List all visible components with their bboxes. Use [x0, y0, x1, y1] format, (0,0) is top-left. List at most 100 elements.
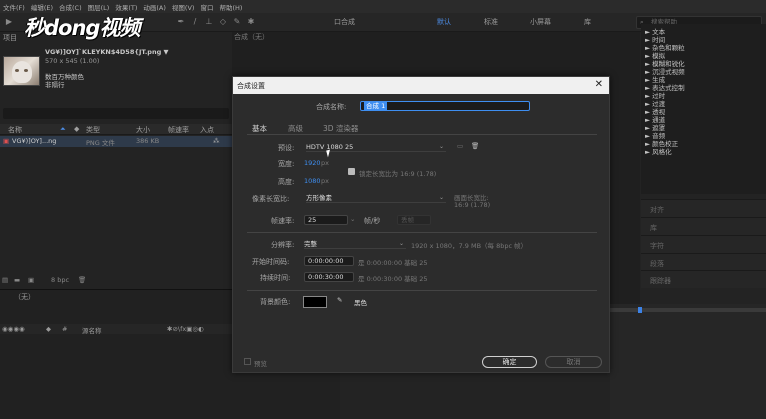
tab-timeline[interactable]: （无） [14, 292, 35, 302]
menu-effect[interactable]: 效果(T) [112, 2, 140, 12]
col-name[interactable]: 名称 [8, 125, 22, 135]
workspace-tab-default[interactable]: 默认 [437, 17, 451, 27]
watermark-logo: 秒dong视频 [24, 16, 140, 40]
row-type: PNG 文件 [86, 139, 115, 147]
brush-tool-icon[interactable]: / [190, 17, 200, 27]
tab-paragraph-label: 段落 [650, 260, 664, 268]
project-column-header: 名称 ⏶ ◆ 类型 大小 帧速率 入点 [0, 124, 232, 135]
resolution-dropdown[interactable]: 完整 ⌄ [304, 239, 406, 249]
col-type[interactable]: 类型 [86, 125, 100, 135]
menu-view[interactable]: 视图(V) [169, 2, 198, 12]
workspace-tab-library[interactable]: 库 [584, 17, 591, 27]
ok-button[interactable]: 确定 [482, 356, 537, 368]
col-size[interactable]: 大小 [136, 125, 150, 135]
close-icon[interactable]: ✕ [595, 79, 603, 91]
pen-tool-icon[interactable]: ✒ [176, 17, 186, 27]
tab-basic[interactable]: 基本 [252, 123, 267, 134]
preset-label: 预设: [278, 144, 295, 152]
pixel-aspect-label: 像素长宽比: [252, 195, 290, 203]
tab-align[interactable]: 对齐 [641, 199, 766, 217]
tab-3d-renderer[interactable]: 3D 渲染器 [323, 123, 358, 134]
interpret-footage-icon[interactable]: ▤ [2, 276, 8, 284]
table-row[interactable]: ▣ VG¥)]OY]...ng PNG 文件 386 KB ⁂ [0, 136, 232, 147]
layer-switches-icon[interactable]: ✱⊘\fx▣◎◐ [167, 325, 204, 333]
pixel-aspect-dropdown[interactable]: 方形像素 ⌄ [306, 193, 446, 203]
height-unit: px [321, 177, 329, 185]
drop-frame-dropdown: 丢帧 [397, 215, 431, 225]
save-preset-icon[interactable]: ▭ [457, 142, 463, 150]
menu-composition[interactable]: 合成(C) [56, 2, 85, 12]
new-folder-icon[interactable]: ▬ [14, 276, 20, 284]
bg-color-swatch[interactable] [303, 296, 327, 308]
row-size: 386 KB [136, 137, 160, 145]
tab-character[interactable]: 字符 [641, 235, 766, 253]
start-timecode-input[interactable]: 0:00:00:00 [304, 256, 354, 266]
after-effects-window: 文件(F) 编辑(E) 合成(C) 图层(L) 效果(T) 动画(A) 视图(V… [0, 0, 766, 419]
resolution-info: 1920 x 1080，7.9 MB（每 8bpc 帧） [411, 242, 528, 250]
menu-file[interactable]: 文件(F) [0, 2, 28, 12]
width-value[interactable]: 1920 [304, 159, 321, 167]
eraser-tool-icon[interactable]: ◇ [218, 17, 228, 27]
menu-layer[interactable]: 图层(L) [85, 2, 113, 12]
time-ruler[interactable] [610, 308, 766, 312]
label-icon[interactable]: ◆ [74, 125, 79, 133]
trash-icon[interactable]: 🗑 [78, 276, 86, 284]
drop-frame-label: 丢帧 [401, 216, 414, 224]
comp-name-input[interactable]: 合成 1 [360, 101, 530, 111]
bpc-label[interactable]: 8 bpc [51, 276, 69, 284]
chevron-down-icon: ⌄ [438, 194, 444, 201]
workspace-tab-small-screen[interactable]: 小屏幕 [530, 17, 551, 27]
chevron-down-icon[interactable]: ⌄ [350, 215, 355, 223]
tab-composition[interactable]: 合成（无） [234, 32, 269, 42]
dialog-title: 合成设置 [237, 82, 265, 90]
bg-color-label: 背景颜色: [260, 298, 291, 306]
sort-icon[interactable]: ⏶ [60, 125, 66, 134]
selection-tool-icon[interactable]: ▶ [4, 17, 14, 27]
duration-input[interactable]: 0:00:30:00 [304, 272, 354, 282]
lock-aspect-label: 锁定长宽比为 16:9 (1.78) [359, 170, 437, 178]
tab-project[interactable]: 项目 [3, 33, 17, 43]
puppet-tool-icon[interactable]: ✱ [246, 17, 256, 27]
file-dimensions: 570 x 545 (1.00) [45, 57, 100, 65]
label-icon[interactable]: ◆ [46, 325, 51, 333]
roto-tool-icon[interactable]: ✎ [232, 17, 242, 27]
current-time-indicator[interactable] [638, 307, 642, 313]
tab-character-label: 字符 [650, 242, 664, 250]
new-comp-icon[interactable]: ▣ [28, 276, 34, 284]
eyedropper-icon[interactable]: ✎ [337, 296, 342, 304]
effect-category[interactable]: ► 风格化 [645, 146, 672, 156]
resolution-label: 分辨率: [271, 241, 295, 249]
file-thumbnail [3, 56, 40, 86]
file-interlace: 非隔行 [45, 81, 65, 89]
tab-advanced[interactable]: 高级 [288, 123, 303, 134]
height-value[interactable]: 1080 [304, 177, 321, 185]
lock-aspect-checkbox[interactable] [348, 168, 355, 175]
height-label: 高度: [278, 178, 295, 186]
menu-help[interactable]: 帮助(H) [216, 2, 245, 12]
col-source-name[interactable]: 源名称 [82, 325, 102, 335]
comp-toggle-label[interactable]: 口合成 [334, 17, 355, 27]
workspace-tab-standard[interactable]: 标准 [484, 17, 498, 27]
duration-label: 持续时间: [260, 274, 291, 282]
stamp-tool-icon[interactable]: ⊥ [204, 17, 214, 27]
col-fps[interactable]: 帧速率 [168, 125, 189, 135]
tab-tracker[interactable]: 跟踪器 [641, 270, 766, 288]
menu-animation[interactable]: 动画(A) [140, 2, 169, 12]
av-switches-icon[interactable]: ◉◉◉◉ [2, 325, 25, 333]
resolution-value: 完整 [304, 240, 317, 248]
cancel-button[interactable]: 取消 [545, 356, 602, 368]
preview-label: 预览 [254, 360, 267, 368]
duration-value: 0:00:30:00 [308, 273, 344, 281]
delete-preset-icon[interactable]: 🗑 [471, 142, 479, 150]
col-in-point[interactable]: 入点 [200, 125, 214, 135]
section-divider [247, 232, 597, 233]
tab-paragraph[interactable]: 段落 [641, 253, 766, 271]
hierarchy-icon: ⁂ [213, 137, 220, 145]
tab-library[interactable]: 库 [641, 217, 766, 235]
preview-checkbox[interactable] [244, 358, 251, 365]
frame-rate-input[interactable]: 25 [304, 215, 348, 225]
project-search-input[interactable] [3, 108, 229, 119]
menu-window[interactable]: 窗口 [197, 2, 216, 12]
menu-edit[interactable]: 编辑(E) [28, 2, 56, 12]
file-title[interactable]: VG¥)]OY]`KLEYKN$4D58{JT.png ▼ [45, 48, 169, 56]
